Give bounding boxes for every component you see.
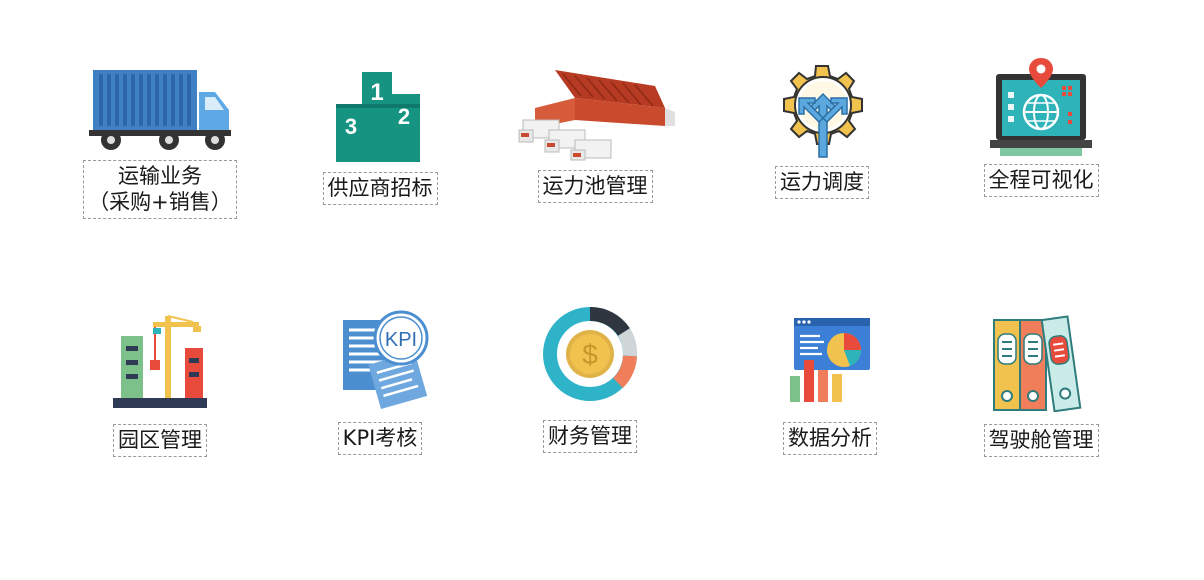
podium-icon: 1 3 2 bbox=[336, 72, 420, 162]
module-park-management[interactable]: 园区管理 bbox=[65, 308, 255, 457]
warehouse-trucks-icon bbox=[518, 70, 675, 161]
module-label: 运力池管理 bbox=[537, 170, 653, 203]
svg-text:2: 2 bbox=[398, 104, 410, 129]
module-cockpit[interactable]: 驾驶舱管理 bbox=[946, 312, 1136, 457]
module-label-line1: 运输业务 bbox=[117, 164, 202, 188]
data-analysis-icon bbox=[790, 318, 870, 402]
module-data-analysis[interactable]: 数据分析 bbox=[735, 312, 925, 455]
svg-text:$: $ bbox=[582, 339, 598, 370]
truck-icon bbox=[89, 70, 231, 150]
module-label-line2: （采购+销售） bbox=[88, 190, 232, 214]
svg-text:1: 1 bbox=[370, 79, 383, 106]
module-supplier-bidding[interactable]: 1 3 2 供应商招标 bbox=[285, 68, 475, 205]
module-label: 全程可视化 bbox=[983, 164, 1099, 197]
binders-icon bbox=[993, 315, 1082, 412]
finance-dollar-icon: $ bbox=[543, 307, 638, 401]
module-transport[interactable]: 运输业务 （采购+销售） bbox=[65, 62, 255, 219]
module-label: 运输业务 （采购+销售） bbox=[83, 160, 237, 219]
module-label: 园区管理 bbox=[113, 424, 207, 457]
kpi-document-icon: KPI bbox=[343, 310, 429, 410]
svg-text:3: 3 bbox=[345, 114, 357, 139]
svg-text:KPI: KPI bbox=[385, 329, 417, 351]
gear-arrows-icon bbox=[783, 65, 863, 158]
module-full-visibility[interactable]: 全程可视化 bbox=[946, 56, 1136, 197]
module-capacity-pool[interactable]: 运力池管理 bbox=[500, 68, 690, 203]
module-kpi-assessment[interactable]: KPI KPI考核 bbox=[285, 306, 475, 455]
module-label: 数据分析 bbox=[783, 422, 877, 455]
module-finance[interactable]: $ 财务管理 bbox=[495, 304, 685, 453]
module-capacity-dispatch[interactable]: 运力调度 bbox=[727, 62, 917, 199]
module-label: 供应商招标 bbox=[322, 172, 438, 205]
module-label: KPI考核 bbox=[337, 422, 423, 455]
laptop-globe-icon bbox=[990, 58, 1092, 156]
construction-park-icon bbox=[113, 315, 207, 408]
module-label: 运力调度 bbox=[775, 166, 869, 199]
module-label: 财务管理 bbox=[543, 420, 637, 453]
module-label: 驾驶舱管理 bbox=[983, 424, 1099, 457]
